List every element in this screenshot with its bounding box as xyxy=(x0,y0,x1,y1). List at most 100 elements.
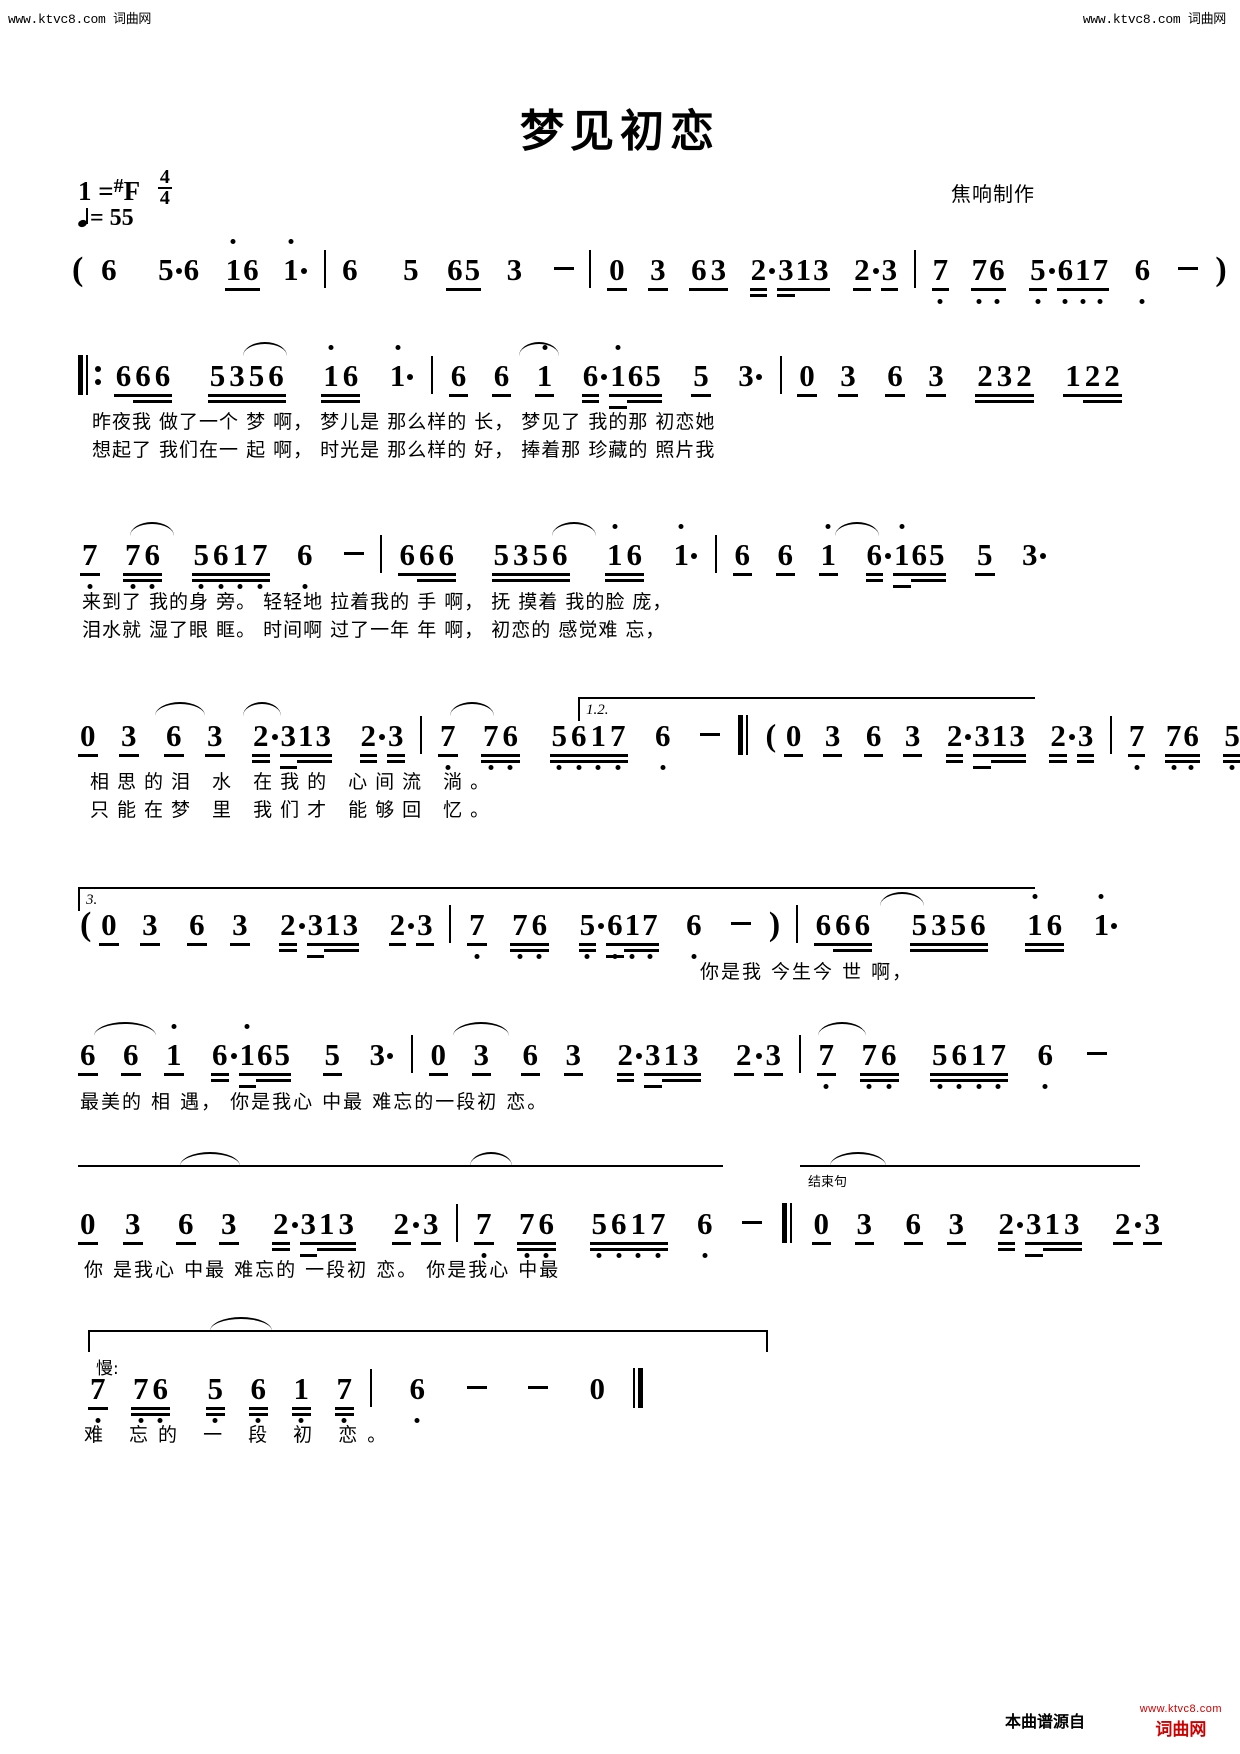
note-beamed: 3 xyxy=(563,1037,583,1076)
footer-source-note: 本曲谱源自 xyxy=(1004,1712,1085,1731)
notes-row: 0 3 6 3 2 31 3 23 7 76 5617 6 0 3 6 3 2 31 3… xyxy=(0,1152,1240,1258)
lyrics-verse-1: 你是我 今生今 世 啊， xyxy=(700,961,914,983)
note: 6 xyxy=(342,252,358,287)
duration-dot xyxy=(407,374,414,380)
note-beamed: 7 xyxy=(481,718,501,770)
lyrics-verse-1: 昨夜我 做了一个 梦 啊， 梦儿是 那么样的 长， 梦见了 我的那 初恋她 xyxy=(92,411,716,433)
barline xyxy=(456,1204,459,1242)
sharp-icon: # xyxy=(113,175,124,197)
double-barline xyxy=(737,715,748,755)
note-beamed: 6 xyxy=(500,718,520,770)
time-signature-denominator: 4 xyxy=(159,187,170,209)
duration-dot xyxy=(1134,1222,1141,1228)
note-beamed: 3 xyxy=(708,252,729,291)
duration-dot xyxy=(175,268,182,274)
note-beamed: 1 xyxy=(1025,894,1045,952)
note-beamed: 1 xyxy=(1074,252,1092,304)
notes-row: ( 6 56 16 1 6 5 65 3 0 3 63 2 313 23 7 76… xyxy=(0,239,1240,304)
note-beamed: 3 xyxy=(648,252,668,291)
note-beamed: 6 xyxy=(988,252,1006,304)
slur xyxy=(210,1317,272,1331)
note-beamed: 5 xyxy=(578,907,597,959)
duration-dot xyxy=(965,734,972,740)
note-beamed: 6 xyxy=(879,1037,899,1089)
duration-dot xyxy=(872,268,879,274)
octave-dot-high xyxy=(1032,894,1038,899)
note-beamed: 6 xyxy=(968,907,988,952)
notes-row: 0 3 6 3 2 313 23 7 76 5617 6 ( 0 3 6 3 23… xyxy=(0,702,1240,770)
note-beamed: 6 xyxy=(1056,252,1075,304)
note-beamed: 6 xyxy=(176,1206,196,1245)
note-beamed: 1 xyxy=(164,1024,184,1076)
note-beamed: 2 xyxy=(734,1037,754,1076)
note-beamed: 6 xyxy=(150,1371,170,1423)
note-beamed: 7 xyxy=(608,718,628,770)
note-beamed: 3 xyxy=(205,718,225,757)
note-beamed: 6 xyxy=(397,537,417,576)
octave-dot-low xyxy=(1139,299,1145,304)
watermark-left: www.ktvc8.com 词曲网 xyxy=(8,12,152,27)
duration-dot xyxy=(755,374,762,380)
note-beamed: 7 xyxy=(474,1206,494,1258)
note-beamed: 3 xyxy=(511,537,531,582)
note-beamed: 3 xyxy=(341,907,360,952)
lyrics-verse-1: 难 忘的 一 段 初 恋。 xyxy=(84,1424,397,1446)
note-beamed: 6 xyxy=(626,358,645,403)
notes-row: 6 6 1 6 1 65 5 3 0 3 6 3 2 31 3 23 7 76 5617… xyxy=(0,1022,1240,1089)
note-beamed: 6 xyxy=(775,537,795,576)
note-beamed: 6 xyxy=(446,252,464,291)
note-beamed: 6 xyxy=(550,537,570,582)
paren-close: ) xyxy=(1215,251,1227,288)
note-beamed: 2 xyxy=(359,718,377,763)
barline xyxy=(410,1035,413,1073)
note-beamed: 7 xyxy=(1164,718,1183,770)
note-beamed: 1 xyxy=(317,1206,337,1251)
note-beamed: 3 xyxy=(230,907,250,946)
tempo-marking: = 55 xyxy=(78,205,134,232)
note-beamed: 2 xyxy=(853,252,871,291)
watermark-right: www.ktvc8.com 词曲网 xyxy=(1082,12,1226,27)
note-beamed: 0 xyxy=(797,358,817,397)
note-beamed: 6 xyxy=(417,537,437,582)
duration-dot xyxy=(1048,268,1055,274)
note-beamed: 3 xyxy=(812,252,830,291)
barline xyxy=(420,716,423,754)
note-beamed: 3 xyxy=(838,358,858,397)
note-beamed: 6 xyxy=(536,1206,556,1258)
note: 6 xyxy=(183,252,200,287)
note-beamed: 6 xyxy=(813,907,834,946)
note-beamed: 5 xyxy=(948,907,969,952)
note-beamed: 6 xyxy=(491,358,512,397)
key-prefix: 1 = xyxy=(78,176,114,206)
duration-dot xyxy=(387,1053,393,1059)
note-beamed: 5 xyxy=(928,537,946,582)
slur xyxy=(450,702,494,716)
note: 6 xyxy=(697,1206,713,1258)
note-beamed: 3 xyxy=(973,718,991,769)
note-beamed: 6 xyxy=(340,358,361,403)
octave-dot-high xyxy=(899,524,905,529)
duration-dot xyxy=(230,1053,237,1059)
footer-logo-url: www.ktvc8.com xyxy=(1139,1703,1222,1715)
note: 6 xyxy=(297,537,313,589)
note-beamed: 3 xyxy=(880,252,899,291)
repeat-dots-icon xyxy=(94,355,102,395)
note: 1 xyxy=(283,239,299,288)
note-beamed: 6 xyxy=(529,907,550,959)
note-beamed: 2 xyxy=(391,1206,411,1245)
paren-open: ( xyxy=(765,717,777,753)
note-beamed: 7 xyxy=(641,907,659,959)
note-beamed: 0 xyxy=(783,718,804,757)
note-beamed: 1 xyxy=(321,345,341,403)
note-beamed: 3 xyxy=(123,1206,143,1245)
note-beamed: 3 xyxy=(299,1206,317,1257)
note-beamed: 5 xyxy=(205,1371,225,1423)
note-beamed: 1 xyxy=(990,718,1009,763)
duration-dot xyxy=(291,1222,298,1228)
notes-row: 7 76 5617 6 666 5356 16 1 6 6 1 6 1 65 5 3 xyxy=(0,522,1240,589)
octave-dot-low xyxy=(976,299,982,304)
note-beamed: 7 xyxy=(123,537,143,589)
duration-dot xyxy=(300,268,307,274)
slur xyxy=(830,1152,886,1166)
note-beamed: 6 xyxy=(606,907,624,959)
